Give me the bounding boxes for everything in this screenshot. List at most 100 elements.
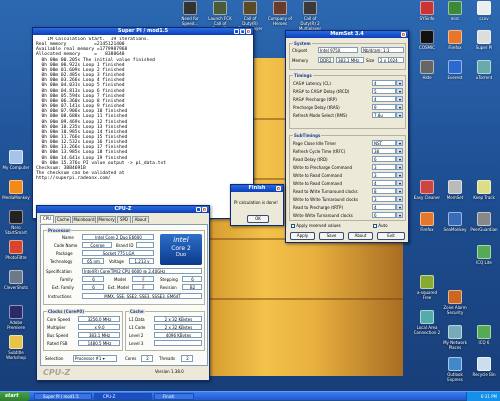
desktop-icon[interactable]: ICQ 6 bbox=[470, 325, 498, 345]
desktop-icon[interactable]: mirc bbox=[441, 1, 469, 21]
tab-spd[interactable]: SPD bbox=[117, 216, 131, 223]
timing-select[interactable]: 8 bbox=[372, 188, 396, 194]
desktop-icon[interactable]: Firefox bbox=[441, 30, 469, 50]
chevron-down-icon[interactable]: ▾ bbox=[396, 88, 403, 94]
taskbar-item-cpuz[interactable]: CPU-Z bbox=[94, 393, 152, 400]
timing-select[interactable]: 6 bbox=[372, 156, 396, 162]
timing-select[interactable]: 7.8u bbox=[372, 112, 396, 118]
apply-button[interactable]: Apply bbox=[290, 232, 315, 240]
desktop-icon[interactable]: Hide bbox=[413, 60, 441, 80]
desktop-icon[interactable]: Call of Duty(R) 2 Multiplayer bbox=[296, 1, 324, 31]
desktop-icon[interactable]: ICQ Lite bbox=[470, 245, 498, 265]
cpuz-titlebar[interactable]: CPU-Z _ × bbox=[37, 206, 209, 213]
app-icon bbox=[477, 180, 491, 194]
minimize-icon[interactable]: _ bbox=[196, 207, 201, 212]
timing-select[interactable]: 5 bbox=[372, 88, 396, 94]
superpi-titlebar[interactable]: Super PI / mod1.5 _ □ × bbox=[33, 28, 253, 35]
desktop-icon[interactable]: Zone Alarm Security bbox=[441, 290, 469, 315]
taskbar-item-finish[interactable]: Finish bbox=[154, 393, 194, 400]
desktop-icon[interactable]: Recycle Bin bbox=[470, 357, 498, 377]
desktop-icon[interactable]: Outlook Express bbox=[441, 357, 469, 382]
memset-icon bbox=[448, 180, 462, 194]
tab-cpu[interactable]: CPU bbox=[40, 215, 54, 223]
timing-select[interactable]: NST bbox=[372, 140, 396, 146]
timing-select[interactable]: 4 bbox=[372, 204, 396, 210]
timing-label: Write to Precharge Command bbox=[293, 165, 353, 170]
tab-cache[interactable]: Cache bbox=[55, 216, 71, 223]
timing-select[interactable]: 4 bbox=[372, 180, 396, 186]
close-icon[interactable]: × bbox=[202, 207, 207, 212]
desktop-icon[interactable]: uTorrent bbox=[470, 60, 498, 80]
processor-select[interactable]: Processor #1 ▾ bbox=[73, 355, 117, 362]
desktop-icon[interactable]: Firefox bbox=[413, 212, 441, 232]
timing-select[interactable]: 4 bbox=[372, 96, 396, 102]
ok-button[interactable]: OK bbox=[247, 215, 269, 223]
threads-count: 2 bbox=[181, 355, 193, 362]
desktop-icon[interactable]: MemSet bbox=[441, 180, 469, 200]
chevron-down-icon[interactable]: ▾ bbox=[396, 104, 403, 110]
chevron-down-icon[interactable]: ▾ bbox=[396, 180, 403, 186]
clock[interactable]: 6:31 PM bbox=[481, 394, 497, 399]
close-icon[interactable]: × bbox=[401, 32, 406, 37]
close-icon[interactable]: × bbox=[276, 186, 281, 191]
chevron-down-icon[interactable]: ▾ bbox=[396, 188, 403, 194]
memset-titlebar[interactable]: MemSet 3.4 × bbox=[286, 31, 408, 38]
taskbar-item-superpi[interactable]: Super PI / mod1.5 bbox=[34, 393, 92, 400]
desktop-icon[interactable]: My Network Places bbox=[441, 325, 469, 350]
auto-option[interactable]: Auto bbox=[373, 223, 388, 228]
timing-label: Read to Write Turnaround clocks bbox=[293, 189, 358, 194]
chevron-down-icon[interactable]: ▾ bbox=[396, 156, 403, 162]
desktop-icon[interactable]: Local Area Connection 2 bbox=[413, 310, 441, 335]
desktop-icon[interactable]: Need for Speed... bbox=[176, 1, 204, 26]
maximize-icon[interactable]: □ bbox=[240, 29, 245, 34]
timing-select[interactable]: 6 bbox=[372, 212, 396, 218]
timing-select[interactable]: 4 bbox=[372, 80, 396, 86]
chevron-down-icon[interactable]: ▾ bbox=[396, 140, 403, 146]
chevron-down-icon[interactable]: ▾ bbox=[396, 148, 403, 154]
chevron-down-icon[interactable]: ▾ bbox=[396, 204, 403, 210]
close-icon[interactable]: × bbox=[246, 29, 251, 34]
desktop-icon[interactable]: Adobe Premiere bbox=[2, 305, 30, 330]
desktop-icon[interactable]: Company of Heroes bbox=[266, 1, 294, 26]
chevron-down-icon[interactable]: ▾ bbox=[396, 212, 403, 218]
timing-select[interactable]: 3 bbox=[372, 172, 396, 178]
desktop-icon[interactable]: COSMIC bbox=[413, 30, 441, 50]
chevron-down-icon[interactable]: ▾ bbox=[396, 96, 403, 102]
desktop-icon[interactable]: CleverShots bbox=[2, 270, 30, 290]
timing-select[interactable]: 3 bbox=[372, 164, 396, 170]
timing-select[interactable]: 9 bbox=[372, 104, 396, 110]
desktop-icon[interactable]: Super PI bbox=[470, 30, 498, 50]
chevron-down-icon[interactable]: ▾ bbox=[396, 196, 403, 202]
desktop-icon[interactable]: ccxv bbox=[470, 1, 498, 21]
minimize-icon[interactable]: _ bbox=[234, 29, 239, 34]
desktop-icon[interactable]: My Computer bbox=[2, 150, 30, 170]
apply-reserved-option[interactable]: Apply reserved values bbox=[291, 223, 341, 228]
desktop-icon[interactable]: Keep Track bbox=[470, 180, 498, 200]
tab-mainboard[interactable]: Mainboard bbox=[72, 216, 96, 223]
desktop-icon[interactable]: MediaMonkey bbox=[2, 180, 30, 200]
desktop-icon[interactable]: SeaMonkey bbox=[441, 212, 469, 232]
checkbox[interactable] bbox=[291, 224, 295, 228]
desktop-icon[interactable]: Everest bbox=[441, 60, 469, 80]
desktop-icon[interactable]: PeerGuardian bbox=[470, 212, 498, 232]
finish-titlebar[interactable]: Finish × bbox=[231, 185, 283, 192]
save-button[interactable]: Save bbox=[319, 232, 344, 240]
about-button[interactable]: About bbox=[348, 232, 373, 240]
desktop-icon[interactable]: SYSinfo bbox=[413, 1, 441, 21]
desktop-icon[interactable]: Nero StartSmart bbox=[2, 210, 30, 235]
chevron-down-icon[interactable]: ▾ bbox=[396, 172, 403, 178]
desktop-icon[interactable]: Easy Cleaner bbox=[413, 180, 441, 200]
checkbox[interactable] bbox=[373, 224, 377, 228]
exit-button[interactable]: Exit bbox=[377, 232, 405, 240]
desktop-icon[interactable]: PhotoFiltre bbox=[2, 240, 30, 260]
revision: B2 bbox=[182, 284, 202, 290]
desktop-icon[interactable]: Subtitle Workshop bbox=[2, 335, 30, 360]
tab-about[interactable]: About bbox=[132, 216, 149, 223]
tab-memory[interactable]: Memory bbox=[97, 216, 116, 223]
chevron-down-icon[interactable]: ▾ bbox=[396, 80, 403, 86]
desktop-icon[interactable]: a-squared Free bbox=[413, 275, 441, 300]
chevron-down-icon[interactable]: ▾ bbox=[396, 112, 403, 118]
timing-select[interactable]: 38 bbox=[372, 148, 396, 154]
timing-select[interactable]: 3 bbox=[372, 196, 396, 202]
chevron-down-icon[interactable]: ▾ bbox=[396, 164, 403, 170]
